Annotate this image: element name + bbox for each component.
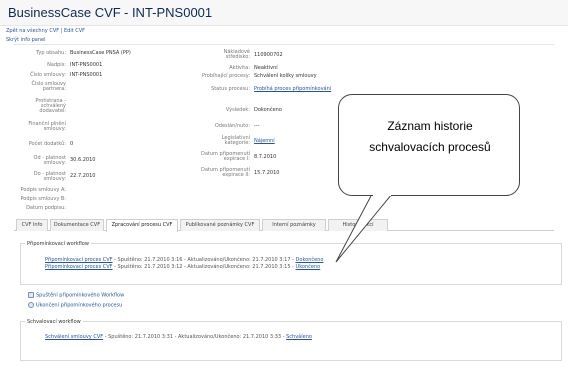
list-item: Schválení smlouvy CVF - Spuštěno: 21.7.2… xyxy=(45,334,312,340)
process-status-link[interactable]: Probíhá proces připomínkování xyxy=(254,87,331,92)
field-label: Probíhající procesy: xyxy=(201,73,250,79)
field-value: 15.7.2010 xyxy=(254,170,280,176)
field-label: Legislativní kategorie: xyxy=(221,135,250,146)
tab-interni-poznamky[interactable]: Interní poznámky xyxy=(262,219,326,231)
process-status-link[interactable]: Dokončeno xyxy=(296,257,324,263)
tab-publikovane-poznamky[interactable]: Publikované poznámky CVF xyxy=(180,219,260,231)
field-label: Finanční plnění smlouvy: xyxy=(28,121,66,132)
list-item: Připomínkovací proces CVF - Spuštěno: 21… xyxy=(45,257,323,263)
field-label: Aktivita: xyxy=(229,65,250,71)
field-label: Datum připomenutí expirace I: xyxy=(201,151,250,162)
field-value: Dokončeno xyxy=(254,107,282,113)
field-value: --- xyxy=(254,123,260,129)
legislative-category-link[interactable]: Nájemní xyxy=(254,139,275,144)
approval-status-link[interactable]: Schváleno xyxy=(286,334,312,340)
field-label: Protistrana - schválený dodavatel: xyxy=(35,98,66,114)
field-label: Status procesu: xyxy=(211,86,250,92)
stop-icon xyxy=(28,302,34,308)
field-label: Datum podpisu: xyxy=(26,205,66,211)
field-label: Typ obsahu: xyxy=(36,50,66,56)
review-process-link[interactable]: Připomínkovací proces CVF xyxy=(45,264,113,270)
edit-cvf-link[interactable]: Edit CVF xyxy=(64,28,85,34)
field-label: Podpis smlouvy B: xyxy=(20,196,66,202)
field-value: 30.6.2010 xyxy=(70,157,96,163)
field-label: Do - platnost smlouvy: xyxy=(33,171,66,182)
field-value: INT-PNS0001 xyxy=(70,62,103,68)
page-header: BusinessCase CVF - INT-PNS0001 xyxy=(0,0,568,26)
link-separator: | xyxy=(60,28,63,34)
process-status-link[interactable]: Ukončeno xyxy=(296,264,321,270)
field-value: 8.7.2010 xyxy=(254,154,277,160)
tab-dokumentace[interactable]: Dokumentace CVF xyxy=(50,219,104,231)
field-value: Neaktivní xyxy=(254,65,278,71)
list-item: Připomínkovací proces CVF - Spuštěno: 21… xyxy=(45,264,320,270)
cvf-tabs: CVF Info Dokumentace CVF Zpracování proc… xyxy=(14,219,554,232)
field-value: 0 xyxy=(70,141,74,147)
field-label: Odeslán/nuto: xyxy=(214,123,250,129)
top-links: Zpět na všechny CVF | Edit CVF xyxy=(6,28,85,34)
process-meta: - Spuštěno: 21.7.2010 3:12 - Aktualizová… xyxy=(112,264,296,270)
process-meta: - Spuštěno: 21.7.2010 3:31 - Aktualizová… xyxy=(103,334,287,340)
field-label: Číslo smlouvy: xyxy=(30,72,66,78)
field-label: Počet dodatků: xyxy=(28,141,66,147)
field-label: Datum připomenutí expirace II: xyxy=(201,167,250,178)
field-label: Nákladové středisko: xyxy=(223,49,250,60)
back-to-all-link[interactable]: Zpět na všechny CVF xyxy=(6,28,59,34)
approval-workflow-section: Schvalovací workflow Schválení smlouvy C… xyxy=(20,319,562,361)
field-value: 110900702 xyxy=(254,52,283,58)
document-title: - INT-PNS0001 xyxy=(124,5,213,20)
history-callout: Záznam historie schvalovacích procesů xyxy=(338,94,520,196)
field-value: BusinessCase PNSA (PP) xyxy=(70,50,131,56)
tab-historie-akci[interactable]: Historie akcí xyxy=(328,219,388,231)
tab-cvf-info[interactable]: CVF Info xyxy=(16,219,48,231)
field-value: 22.7.2010 xyxy=(70,173,96,179)
field-label: Číslo smlouvy partnera: xyxy=(31,81,66,92)
callout-line-2: schvalovacích procesů xyxy=(369,140,491,154)
callout-line-1: Záznam historie xyxy=(387,119,473,133)
approval-workflow-title: Schvalovací workflow xyxy=(25,319,83,325)
approval-process-link[interactable]: Schválení smlouvy CVF xyxy=(45,334,103,340)
review-workflow-title: Připomínkovací workflow xyxy=(25,241,91,247)
end-review-label: Ukončení připomínkového procesu xyxy=(36,302,123,309)
hide-info-panel-link[interactable]: Skrýt info panel xyxy=(6,37,45,43)
field-label: Výsledek: xyxy=(225,107,250,113)
tab-zpracovani-procesu[interactable]: Zpracování procesu CVF xyxy=(106,219,178,232)
review-process-link[interactable]: Připomínkovací proces CVF xyxy=(45,257,113,263)
field-label: Od - platnost smlouvy: xyxy=(33,155,66,166)
start-review-label: Spuštění připomínkového Workflow xyxy=(36,292,125,299)
field-label: Nadpis: xyxy=(47,62,66,68)
review-workflow-section: Připomínkovací workflow Připomínkovací p… xyxy=(20,241,562,285)
field-value: Schválení kolíky smlouvy xyxy=(254,73,317,79)
end-review-process-button[interactable]: Ukončení připomínkového procesu xyxy=(28,302,122,309)
app-title: BusinessCase CVF xyxy=(8,5,121,20)
info-divider xyxy=(14,44,554,45)
start-review-workflow-button[interactable]: Spuštění připomínkového Workflow xyxy=(28,292,124,299)
field-value: INT-PNS0001 xyxy=(70,72,103,78)
workflow-icon xyxy=(28,292,34,298)
process-meta: - Spuštěno: 21.7.2010 3:16 - Aktualizová… xyxy=(112,257,296,263)
field-label: Podpis smlouvy A: xyxy=(20,187,66,193)
